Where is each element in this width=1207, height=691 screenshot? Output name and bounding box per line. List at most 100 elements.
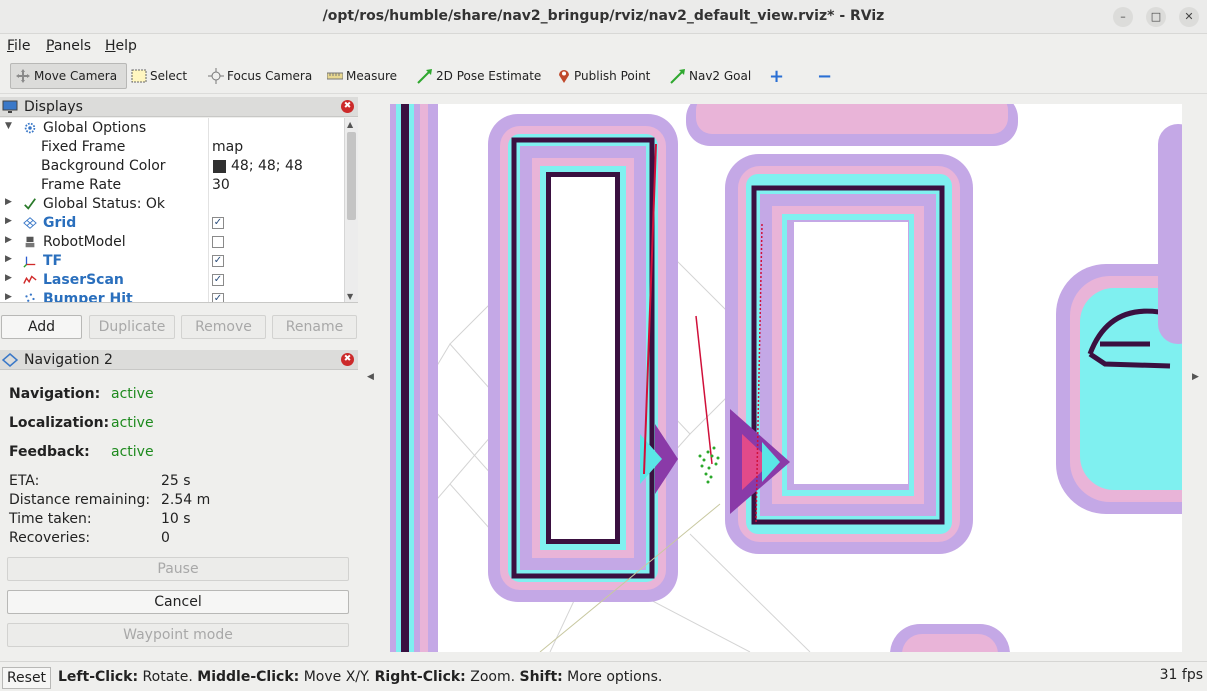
robot-model-label: RobotModel [43,234,126,250]
displays-tree: ▼ Global Options Fixed Frame map Backgro… [0,118,358,303]
tree-row-fixed-frame[interactable]: Fixed Frame map [0,138,344,157]
distance-remaining-label: Distance remaining: [9,492,151,508]
expand-arrow-icon[interactable]: ▶ [5,216,12,226]
bumper-hit-checkbox[interactable]: ✓ [212,293,224,302]
expand-arrow-icon[interactable]: ▶ [5,235,12,245]
displays-header: Displays ✖ [0,97,358,117]
fixed-frame-value[interactable]: map [212,139,243,155]
menu-panels-label: anels [53,38,92,54]
fps-counter: 31 fps [1159,667,1203,683]
pause-button[interactable]: Pause [7,557,349,581]
expand-arrow-icon[interactable]: ▶ [5,197,12,207]
close-navigation-icon[interactable]: ✖ [341,353,354,366]
tree-row-background-color[interactable]: Background Color 48; 48; 48 [0,157,344,176]
focus-camera-tool[interactable]: Focus Camera [204,63,316,89]
map-pin-icon [559,70,569,83]
expand-arrow-icon[interactable]: ▶ [5,273,12,283]
left-splitter[interactable]: ◀ [367,97,379,657]
render-viewport[interactable] [390,104,1182,652]
navigation-status-label: Navigation: [9,386,101,402]
right-splitter[interactable]: ▶ [1192,97,1204,657]
collapse-left-icon[interactable]: ◀ [367,372,374,382]
scroll-up-icon[interactable]: ▲ [347,120,353,129]
nav2-goal-tool[interactable]: Nav2 Goal [666,63,755,89]
tf-label: TF [43,253,63,269]
collapse-right-icon[interactable]: ▶ [1192,372,1199,382]
gear-icon [24,122,36,134]
menu-panels[interactable]: Panels [46,38,91,54]
feedback-status-value: active [111,444,154,460]
menu-help[interactable]: Help [105,38,137,54]
checkmark-icon [24,198,36,210]
mouse-hint: Left-Click: Rotate. Middle-Click: Move X… [58,669,662,685]
navigation-header: Navigation 2 ✖ [0,350,358,370]
close-window-button[interactable]: ✕ [1179,7,1199,27]
scroll-down-icon[interactable]: ▼ [347,292,353,301]
close-displays-icon[interactable]: ✖ [341,100,354,113]
menu-help-label: elp [115,38,137,54]
ruler-icon [327,72,343,80]
tree-row-bumper-hit[interactable]: ▶ Bumper Hit ✓ [0,290,344,303]
tf-checkbox[interactable]: ✓ [212,255,224,267]
status-bar: Reset Left-Click: Rotate. Middle-Click: … [0,661,1207,691]
color-swatch[interactable] [213,160,226,173]
add-tool-button[interactable]: + [765,63,788,89]
tree-row-global-status[interactable]: ▶ Global Status: Ok [0,195,344,214]
select-tool[interactable]: Select [127,63,191,89]
time-taken-value: 10 s [161,511,191,527]
fixed-frame-label: Fixed Frame [41,139,126,155]
scroll-thumb[interactable] [347,132,356,220]
robot-model-checkbox[interactable] [212,236,224,248]
tree-row-robot-model[interactable]: ▶ RobotModel [0,233,344,252]
hint-shift: More options. [562,669,663,685]
bumper-hit-label: Bumper Hit [43,291,133,303]
pose-estimate-label: 2D Pose Estimate [436,69,542,83]
tree-row-frame-rate[interactable]: Frame Rate 30 [0,176,344,195]
waypoint-mode-button[interactable]: Waypoint mode [7,623,349,647]
select-icon [131,69,147,83]
particle-cloud [698,446,720,484]
laser-scan-checkbox[interactable]: ✓ [212,274,224,286]
focus-camera-icon [208,68,224,84]
expand-arrow-icon[interactable]: ▶ [5,292,12,302]
menu-help-accel: H [105,38,116,54]
tree-row-laser-scan[interactable]: ▶ LaserScan ✓ [0,271,344,290]
grid-label: Grid [43,215,77,231]
menu-file-accel: F [7,38,15,54]
robot-icon [25,236,35,248]
localization-status-value: active [111,415,154,431]
diamond-icon [2,352,18,367]
minimize-button[interactable]: – [1113,7,1133,27]
move-camera-tool[interactable]: Move Camera [10,63,127,89]
global-options-label: Global Options [43,120,147,136]
hint-left: Rotate. [138,669,198,685]
pose-estimate-tool[interactable]: 2D Pose Estimate [413,63,545,89]
expand-arrow-icon[interactable]: ▼ [5,121,12,131]
grid-checkbox[interactable]: ✓ [212,217,224,229]
menu-file-label: ile [14,38,31,54]
hint-right-key: Right-Click: [374,669,466,685]
tree-row-grid[interactable]: ▶ Grid ✓ [0,214,344,233]
publish-point-tool[interactable]: Publish Point [553,63,654,89]
maximize-button[interactable]: □ [1146,7,1166,27]
measure-tool[interactable]: Measure [323,63,401,89]
menu-file[interactable]: File [7,38,30,54]
reset-button[interactable]: Reset [2,667,51,689]
distance-remaining-value: 2.54 m [161,492,211,508]
monitor-icon [2,100,18,113]
duplicate-display-button[interactable]: Duplicate [89,315,175,339]
add-display-button[interactable]: Add [1,315,82,339]
displays-scrollbar[interactable]: ▲ ▼ [344,118,358,302]
rename-display-button[interactable]: Rename [272,315,357,339]
expand-arrow-icon[interactable]: ▶ [5,254,12,264]
hint-mid-key: Middle-Click: [197,669,300,685]
tree-row-global-options[interactable]: ▼ Global Options [0,119,344,138]
cancel-button[interactable]: Cancel [7,590,349,614]
tree-row-tf[interactable]: ▶ TF ✓ [0,252,344,271]
frame-rate-value[interactable]: 30 [212,177,230,193]
remove-display-button[interactable]: Remove [181,315,266,339]
eta-label: ETA: [9,473,40,489]
remove-tool-button[interactable]: − [813,63,836,89]
background-color-value[interactable]: 48; 48; 48 [231,158,303,174]
global-status-label: Global Status: Ok [43,196,166,212]
